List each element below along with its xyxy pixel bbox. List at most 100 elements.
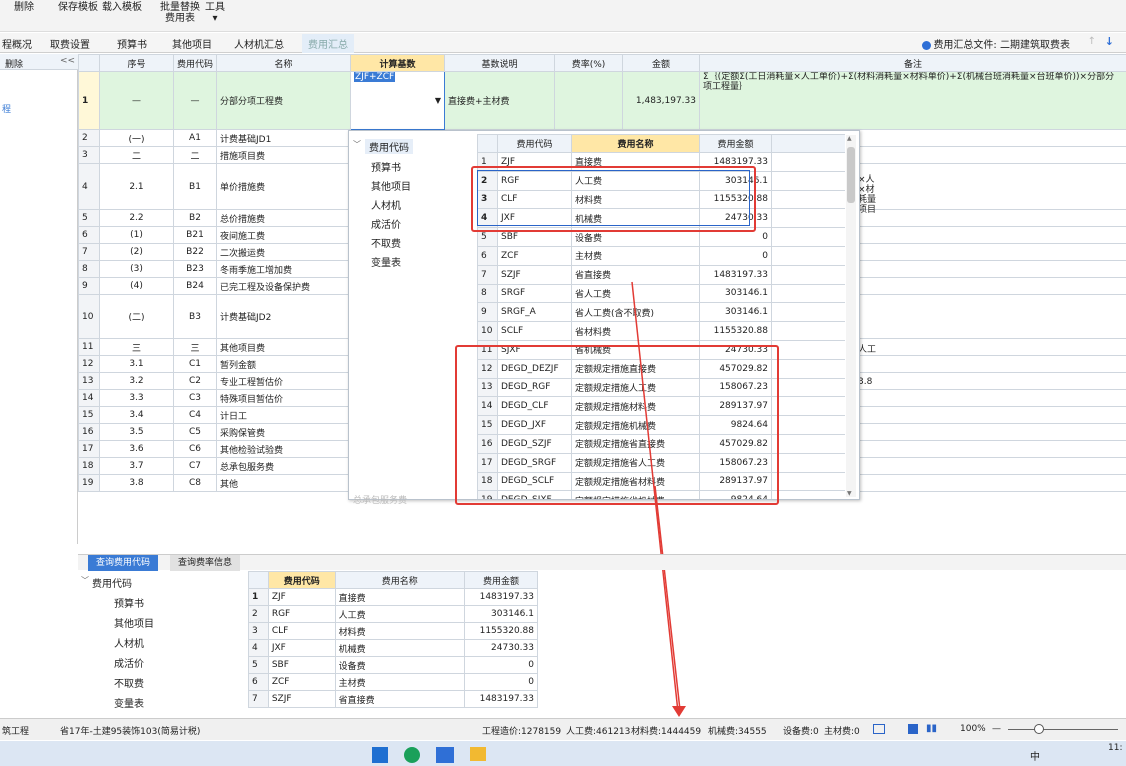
fee-summary-file-label[interactable]: 费用汇总文件: 二期建筑取费表 bbox=[922, 36, 1070, 51]
bt-header-amount[interactable]: 费用金额 bbox=[463, 571, 538, 589]
dd-header-code[interactable]: 费用代码 bbox=[497, 134, 572, 153]
dropdown-tree-item[interactable]: 预算书 bbox=[371, 159, 401, 174]
left-panel-header: 删除 << bbox=[0, 54, 78, 70]
row-name: 特殊项目暂估价 bbox=[216, 389, 351, 407]
row-index: 3 bbox=[78, 146, 100, 164]
left-delete-button[interactable]: 删除 bbox=[5, 57, 23, 70]
zoom-out-button[interactable]: — bbox=[992, 724, 1001, 734]
row-name: 其他检验试验费 bbox=[216, 440, 351, 458]
collapse-icon[interactable]: << bbox=[60, 56, 75, 66]
columns-icon[interactable]: ▮▮ bbox=[926, 723, 937, 734]
dropdown-row[interactable]: 9 SRGF_A 省人工费(含不取费) 303146.1 bbox=[477, 302, 845, 323]
dd-header-amount[interactable]: 费用金额 bbox=[699, 134, 772, 153]
bottom-tree-item[interactable]: 费用代码 bbox=[92, 575, 132, 590]
bottom-tree-item[interactable]: 成活价 bbox=[114, 655, 144, 670]
table-row[interactable]: 5 SBF 设备费 0 bbox=[248, 656, 538, 674]
table-row[interactable]: 4 JXF 机械费 24730.33 bbox=[248, 639, 538, 657]
view-icon[interactable] bbox=[908, 724, 918, 734]
left-tree-item[interactable]: 程 bbox=[2, 102, 11, 115]
table-row[interactable]: 1 ZJF 直接费 1483197.33 bbox=[248, 588, 538, 606]
bottom-tree-item[interactable]: 变量表 bbox=[114, 695, 144, 710]
scroll-down-icon[interactable]: ▼ bbox=[847, 490, 852, 497]
header-base-desc[interactable]: 基数说明 bbox=[444, 54, 555, 72]
tab-project-overview[interactable]: 程概况 bbox=[2, 36, 32, 51]
row-code: C1 bbox=[173, 355, 217, 373]
tab-fee-summary[interactable]: 费用汇总 bbox=[302, 34, 354, 53]
delete-button[interactable]: 删除 bbox=[14, 2, 34, 13]
header-note[interactable]: 备注 bbox=[699, 54, 1126, 72]
dropdown-tree-item[interactable]: 不取费 bbox=[371, 235, 401, 250]
table-row[interactable]: 6 ZCF 主材费 0 bbox=[248, 673, 538, 691]
zoom-slider[interactable] bbox=[1008, 729, 1118, 730]
dd-row-blank bbox=[771, 170, 845, 191]
dropdown-tree-item[interactable]: 其他项目 bbox=[371, 178, 411, 193]
status-bar: 筑工程 省17年-土建95装饰103(简易计税) 工程造价:1278159 人工… bbox=[0, 718, 1126, 740]
dropdown-row[interactable]: 8 SRGF 省人工费 303146.1 bbox=[477, 283, 845, 304]
save-template-button[interactable]: 保存模板 bbox=[58, 2, 98, 13]
ime-indicator[interactable]: 中 bbox=[1030, 748, 1040, 763]
bottom-tree-item[interactable]: 人材机 bbox=[114, 635, 144, 650]
row-index: 18 bbox=[78, 457, 100, 475]
table-row[interactable]: 2 RGF 人工费 303146.1 bbox=[248, 605, 538, 623]
header-code[interactable]: 费用代码 bbox=[173, 54, 217, 72]
dropdown-tree-item[interactable]: 成活价 bbox=[371, 216, 401, 231]
header-base[interactable]: 计算基数 bbox=[350, 54, 445, 72]
load-template-button[interactable]: 载入模板 bbox=[102, 2, 142, 13]
dropdown-row[interactable]: 10 SCLF 省材料费 1155320.88 bbox=[477, 321, 845, 341]
table-row[interactable]: 3 CLF 材料费 1155320.88 bbox=[248, 622, 538, 640]
tab-material-summary[interactable]: 人材机汇总 bbox=[234, 36, 284, 51]
tab-bar: 程概况 取费设置 预算书 其他项目 人材机汇总 费用汇总 费用汇总文件: 二期建… bbox=[0, 33, 1126, 53]
arrow-up-icon[interactable]: ↑ bbox=[1088, 36, 1096, 47]
dropdown-row[interactable]: 7 SZJF 省直接费 1483197.33 bbox=[477, 264, 845, 285]
chevron-down-icon[interactable]: ﹀ bbox=[353, 139, 361, 150]
status-machine: 机械费:34555 bbox=[708, 727, 767, 737]
dropdown-tree-item[interactable]: 变量表 bbox=[371, 254, 401, 269]
dropdown-tree-item[interactable]: 人材机 bbox=[371, 197, 401, 212]
bt-row-amount: 24730.33 bbox=[463, 639, 538, 657]
app-icon[interactable] bbox=[436, 747, 454, 763]
header-rate[interactable]: 费率(%) bbox=[554, 54, 623, 72]
base-dropdown-arrow-icon[interactable]: ▼ bbox=[435, 96, 441, 105]
header-name[interactable]: 名称 bbox=[216, 54, 351, 72]
table-row[interactable]: 7 SZJF 省直接费 1483197.33 bbox=[248, 690, 538, 708]
batch-replace-button[interactable]: 批量替换 费用表 bbox=[160, 2, 200, 24]
tab-query-rate-info[interactable]: 查询费率信息 bbox=[170, 555, 241, 571]
tools-button[interactable]: 工具 ▾ bbox=[205, 2, 225, 24]
dd-row-name: 省材料费 bbox=[571, 321, 700, 341]
row-index: 7 bbox=[78, 243, 100, 261]
bottom-tree-item[interactable]: 预算书 bbox=[114, 595, 144, 610]
base-editor[interactable]: ZJF+ZCF ▼ bbox=[350, 71, 445, 130]
row-code: C5 bbox=[173, 423, 217, 441]
dropdown-scrollbar[interactable]: ▲ ▼ bbox=[846, 135, 856, 497]
arrow-down-icon[interactable]: ↓ bbox=[1105, 35, 1114, 48]
dd-row-amount: 1483197.33 bbox=[699, 264, 772, 285]
bottom-tree-item[interactable]: 不取费 bbox=[114, 675, 144, 690]
tab-fee-settings[interactable]: 取费设置 bbox=[50, 36, 90, 51]
header-amount[interactable]: 金额 bbox=[622, 54, 700, 72]
bt-header-code[interactable]: 费用代码 bbox=[267, 571, 336, 589]
tab-budget[interactable]: 预算书 bbox=[117, 36, 147, 51]
browser-icon[interactable] bbox=[404, 747, 420, 763]
windows-start-icon[interactable] bbox=[372, 747, 388, 763]
table-row-selected[interactable]: 1 — — 分部分项工程费 ZJF+ZCF ▼ 直接费+主材费 1,483,19… bbox=[78, 71, 1126, 130]
zoom-slider-thumb[interactable] bbox=[1034, 724, 1044, 734]
bottom-tree-item[interactable]: 其他项目 bbox=[114, 615, 154, 630]
dd-header-name[interactable]: 费用名称 bbox=[571, 134, 700, 153]
header-seq[interactable]: 序号 bbox=[99, 54, 174, 72]
dropdown-tree-item[interactable]: 费用代码 bbox=[365, 139, 413, 154]
row-code: B21 bbox=[173, 226, 217, 244]
dropdown-row[interactable]: 6 ZCF 主材费 0 bbox=[477, 245, 845, 266]
base-input[interactable]: ZJF+ZCF bbox=[354, 72, 396, 82]
folder-icon[interactable] bbox=[470, 747, 486, 761]
chevron-down-icon[interactable]: ﹀ bbox=[81, 575, 89, 586]
scroll-up-icon[interactable]: ▲ bbox=[847, 135, 852, 142]
tab-other-items[interactable]: 其他项目 bbox=[172, 36, 212, 51]
scrollbar-thumb[interactable] bbox=[847, 147, 855, 203]
dd-row-blank bbox=[771, 358, 845, 379]
dd-row-blank bbox=[771, 264, 845, 285]
layout-icon[interactable] bbox=[873, 724, 885, 734]
tab-query-fee-code[interactable]: 查询费用代码 bbox=[88, 555, 159, 571]
bt-header-name[interactable]: 费用名称 bbox=[334, 571, 465, 589]
row-rate[interactable] bbox=[554, 71, 623, 130]
row-index: 6 bbox=[78, 226, 100, 244]
